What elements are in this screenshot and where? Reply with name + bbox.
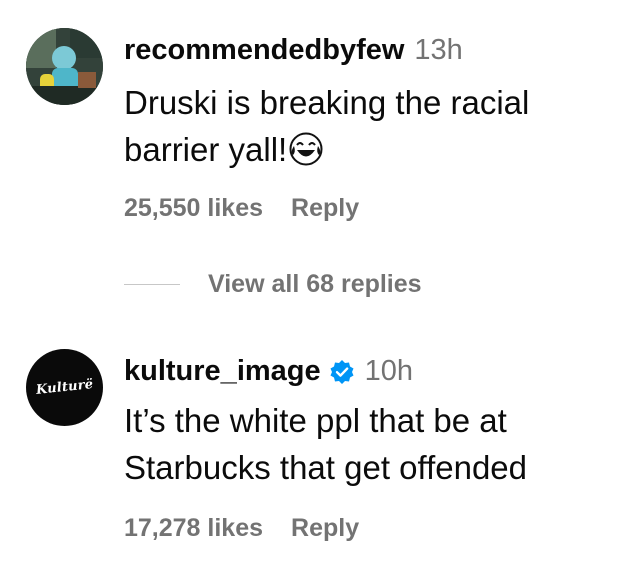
view-replies-label: View all 68 replies	[208, 270, 422, 298]
verified-badge-icon	[330, 359, 354, 384]
username[interactable]: recommendedbyfew	[124, 34, 404, 67]
kulture-logo: Kulturë	[35, 377, 94, 398]
avatar[interactable]: Kulturë	[26, 349, 103, 426]
timestamp: 13h	[414, 34, 463, 66]
reply-button[interactable]: Reply	[291, 514, 359, 543]
timestamp: 10h	[364, 355, 414, 387]
likes-count[interactable]: 25,550 likes	[124, 194, 263, 223]
username[interactable]: kulture_image	[124, 355, 321, 388]
comment-text-line: Starbucks that get offended	[124, 449, 528, 486]
view-replies-button[interactable]: View all 68 replies	[124, 270, 422, 299]
comment-text-line: barrier yall!	[124, 126, 624, 173]
comment-actions: 25,550 likes Reply	[124, 194, 359, 223]
replies-divider	[124, 284, 180, 285]
comment-text-line: Druski is breaking the racial	[124, 84, 530, 121]
comment-header: kulture_image 10h	[124, 355, 413, 388]
comment-text-line: It’s the white ppl that be at	[124, 402, 507, 439]
avatar-photo-image	[26, 28, 103, 105]
comment-actions: 17,278 likes Reply	[124, 514, 359, 543]
comment-text: Druski is breaking the racial barrier ya…	[124, 79, 624, 173]
likes-count[interactable]: 17,278 likes	[124, 514, 263, 543]
comment-header: recommendedbyfew 13h	[124, 34, 463, 67]
comment-text-fragment: barrier yall!	[124, 131, 288, 168]
reply-button[interactable]: Reply	[291, 194, 359, 223]
tears-of-joy-emoji-icon	[289, 132, 323, 166]
comment-text: It’s the white ppl that be at Starbucks …	[124, 397, 624, 491]
avatar[interactable]	[26, 28, 103, 105]
